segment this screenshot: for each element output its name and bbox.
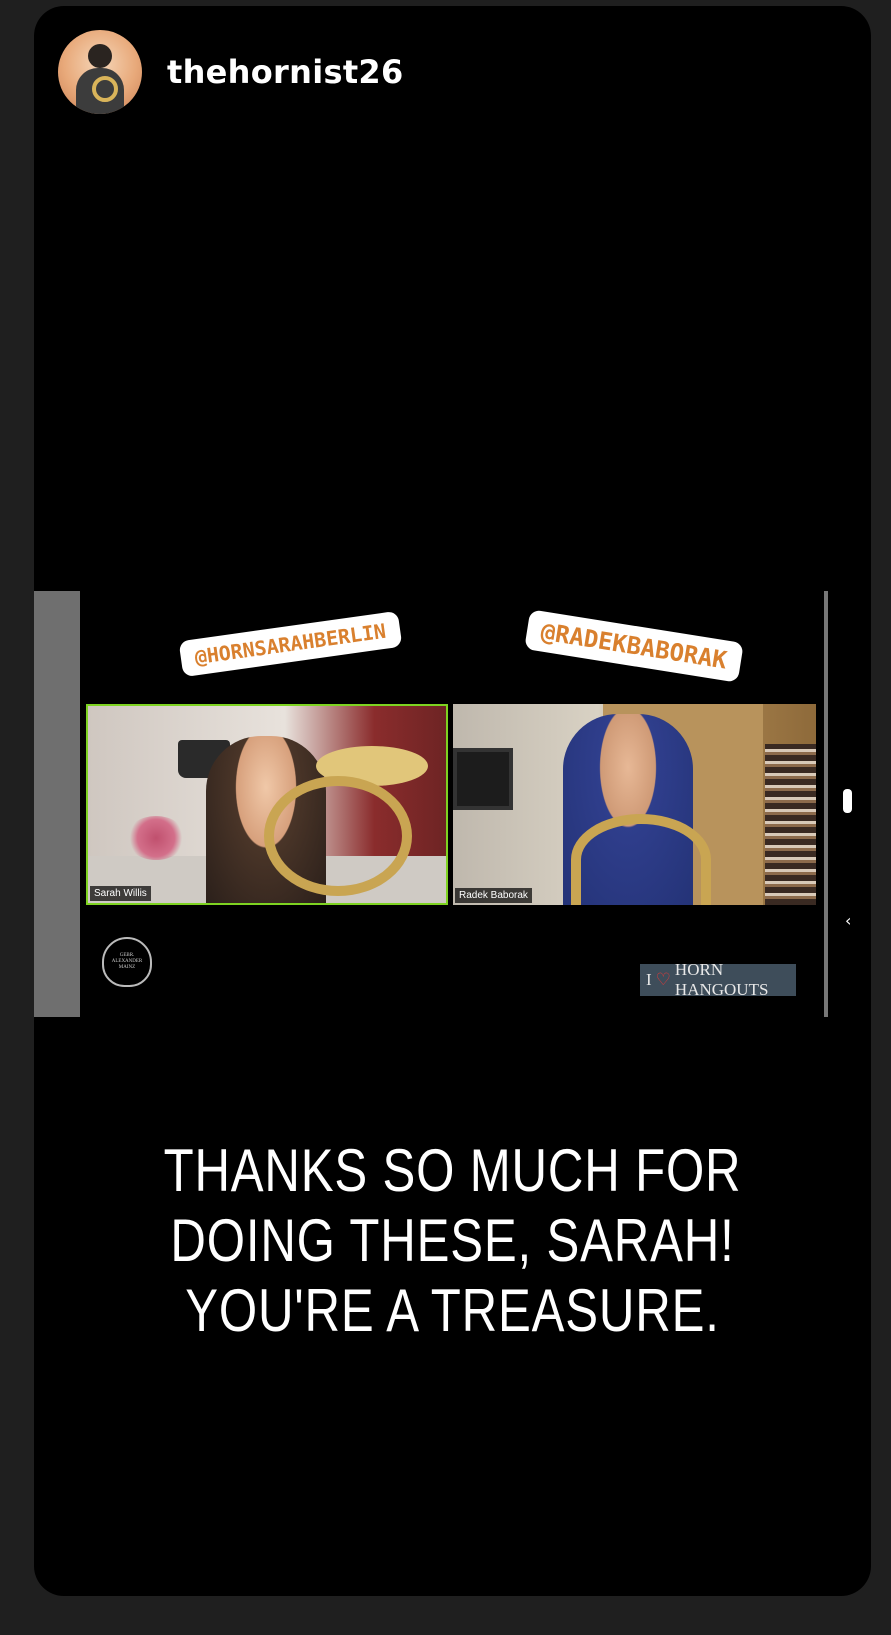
story-caption: THANKS SO MUCH FOR DOING THESE, SARAH! Y… <box>163 1137 742 1344</box>
story-header: thehornist26 <box>58 30 404 114</box>
right-divider <box>824 591 828 1017</box>
mention-sticker-radek[interactable]: @RADEKBABORAK <box>524 609 744 683</box>
seal-shape: GEBR. ALEXANDER MAINZ <box>102 937 152 987</box>
story-card: thehornist26 @HORNSARAHBERLIN @RADEKBABO… <box>34 6 871 1596</box>
avatar-horn <box>92 76 118 102</box>
avatar-head <box>88 44 112 68</box>
mention-sticker-sarah[interactable]: @HORNSARAHBERLIN <box>178 610 403 678</box>
video-tile-radek: Radek Baborak <box>453 704 816 905</box>
heart-icon: ♡ <box>655 970 671 989</box>
french-horn <box>571 814 711 905</box>
horn-hangouts-logo: I ♡ HORN HANGOUTS <box>640 960 796 999</box>
participant-name-tag: Radek Baborak <box>455 888 532 903</box>
video-screenshot: @HORNSARAHBERLIN @RADEKBABORAK Sarah Wil… <box>34 591 829 1017</box>
flowers <box>126 816 186 860</box>
bookshelf <box>765 744 816 905</box>
hangouts-prefix: I <box>646 970 652 989</box>
username[interactable]: thehornist26 <box>167 53 404 91</box>
french-horn <box>264 776 412 896</box>
video-tile-sarah: Sarah Willis <box>86 704 448 905</box>
chevron-left-icon[interactable]: ‹ <box>845 911 851 930</box>
alexander-seal-logo: GEBR. ALEXANDER MAINZ <box>102 937 152 993</box>
participant-name-tag: Sarah Willis <box>90 886 151 901</box>
left-grey-bar <box>34 591 80 1017</box>
hangouts-text: HORN HANGOUTS <box>674 960 769 999</box>
profile-avatar[interactable] <box>58 30 142 114</box>
scroll-handle[interactable] <box>843 789 852 813</box>
framed-picture <box>453 748 513 810</box>
